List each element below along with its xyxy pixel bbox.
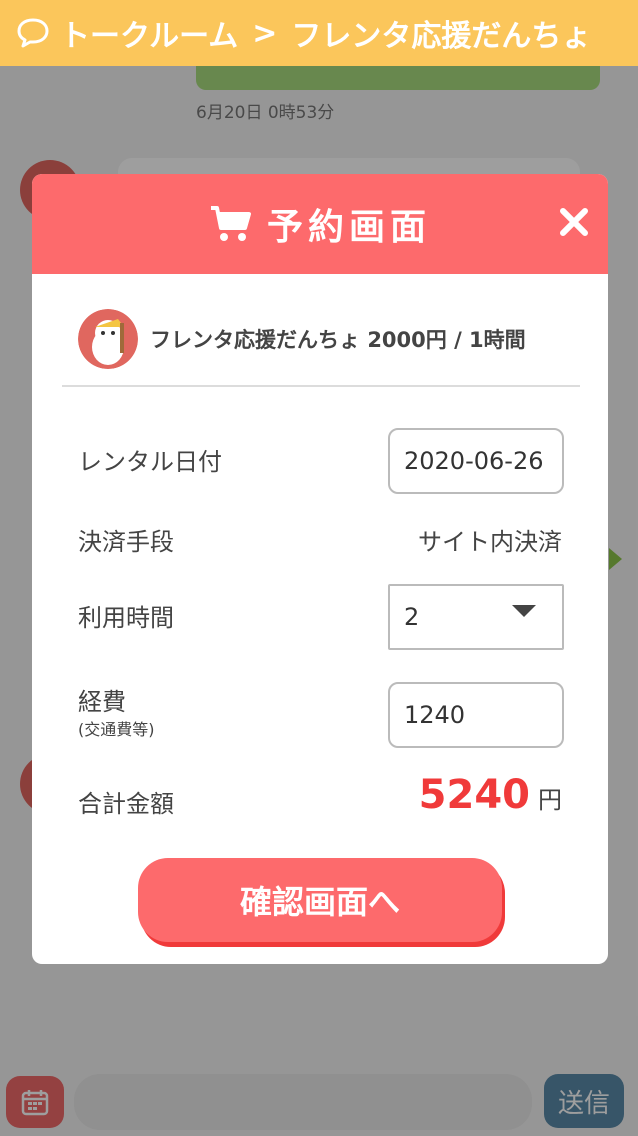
divider <box>62 385 580 387</box>
hours-select[interactable]: 2 <box>388 584 564 650</box>
payment-value: サイト内決済 <box>418 528 562 556</box>
mascot-icon <box>78 309 138 369</box>
breadcrumb-separator: > <box>252 15 278 51</box>
total-value: 5240 <box>418 772 530 818</box>
close-button[interactable] <box>556 204 592 240</box>
confirm-button[interactable]: 確認画面へ <box>138 858 502 942</box>
host-rate: 2000円 / 1時間 <box>367 328 526 352</box>
total-label: 合計金額 <box>78 790 174 818</box>
host-info: フレンタ応援だんちょ 2000円 / 1時間 <box>150 324 526 354</box>
expense-note: (交通費等) <box>78 720 155 739</box>
breadcrumb-root[interactable]: トークルーム <box>60 11 238 55</box>
total-unit: 円 <box>538 786 562 814</box>
hours-value: 2 <box>404 603 420 631</box>
reservation-modal: 予約画面 フレンタ応援だんちょ 2000円 / 1時間 レンタル日付 2020-… <box>32 174 608 964</box>
host-summary: フレンタ応援だんちょ 2000円 / 1時間 <box>62 308 582 370</box>
expense-label: 経費 <box>78 688 126 716</box>
app-header: トークルーム > フレンタ応援だんちょ <box>0 0 638 66</box>
host-name: フレンタ応援だんちょ <box>150 328 360 352</box>
total-amount: 5240 円 <box>419 772 562 818</box>
breadcrumb-current: フレンタ応援だんちょ <box>291 19 592 54</box>
host-avatar <box>78 309 138 369</box>
date-label: レンタル日付 <box>78 448 222 476</box>
close-icon <box>560 208 588 236</box>
cart-icon <box>210 206 251 241</box>
hours-label: 利用時間 <box>78 604 174 632</box>
chevron-down-icon <box>512 605 536 617</box>
chat-bubble-icon <box>17 18 49 48</box>
modal-title: 予約画面 <box>266 207 431 248</box>
modal-header: 予約画面 <box>32 174 608 274</box>
date-field[interactable] <box>388 428 564 494</box>
payment-label: 決済手段 <box>78 528 174 556</box>
expense-field[interactable] <box>388 682 564 748</box>
